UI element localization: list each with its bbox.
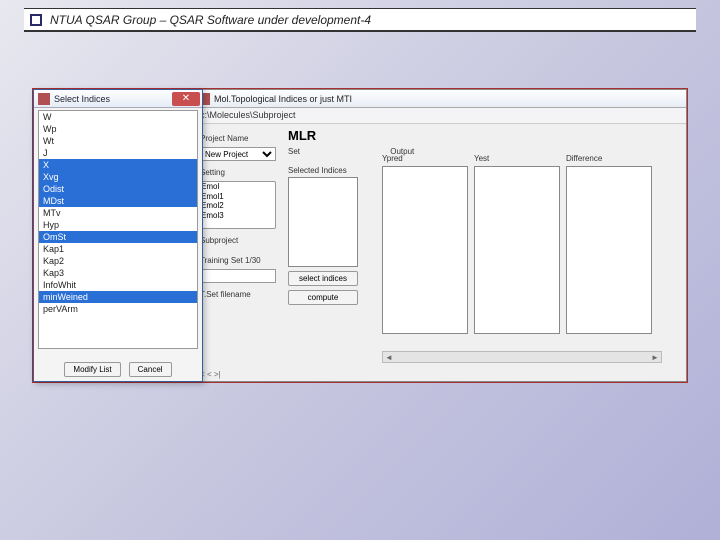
scroll-right-icon[interactable]: ►: [649, 353, 661, 362]
project-select[interactable]: New Project: [200, 147, 276, 161]
mlr-heading: MLR: [288, 128, 414, 143]
modify-list-button[interactable]: Modify List: [64, 362, 120, 377]
title-underline: [24, 30, 696, 32]
index-item[interactable]: perVArm: [39, 303, 197, 315]
index-item[interactable]: Xvg: [39, 171, 197, 183]
index-item[interactable]: J: [39, 147, 197, 159]
index-item[interactable]: Kap2: [39, 255, 197, 267]
col-ypred[interactable]: [382, 166, 468, 334]
main-subtitle: c:\Molecules\Subproject: [194, 108, 686, 124]
index-item[interactable]: OmSt: [39, 231, 197, 243]
cancel-button[interactable]: Cancel: [129, 362, 172, 377]
subproject-label: Subproject: [200, 236, 280, 245]
col-diff[interactable]: [566, 166, 652, 334]
scroll-left-icon[interactable]: ◄: [383, 353, 395, 362]
main-titlebar: Mol.Topological Indices or just MTI: [194, 90, 686, 108]
index-item[interactable]: Odist: [39, 183, 197, 195]
h-scrollbar[interactable]: ◄ ►: [382, 351, 662, 363]
index-item[interactable]: InfoWhit: [39, 279, 197, 291]
index-item[interactable]: Kap1: [39, 243, 197, 255]
setting-label: Setting: [200, 168, 280, 177]
results-columns: Ypred Yest Difference: [382, 154, 652, 344]
slide-title-bar: NTUA QSAR Group – QSAR Software under de…: [24, 8, 696, 30]
training-set-label: Training Set 1/30: [200, 256, 280, 265]
indices-listbox[interactable]: WWpWtJXXvgOdistMDstMTvHypOmStKap1Kap2Kap…: [38, 110, 198, 349]
slide-title: NTUA QSAR Group – QSAR Software under de…: [50, 13, 371, 27]
col-yest[interactable]: [474, 166, 560, 334]
project-name-label: Project Name: [200, 134, 280, 143]
dialog-titlebar: Select Indices ✕: [34, 90, 202, 108]
index-item[interactable]: MTv: [39, 207, 197, 219]
col-yest-label: Yest: [474, 154, 560, 166]
screenshot-frame: Mol.Topological Indices or just MTI c:\M…: [32, 88, 688, 383]
index-item[interactable]: Wt: [39, 135, 197, 147]
index-item[interactable]: MDst: [39, 195, 197, 207]
bullet-icon: [30, 14, 42, 26]
training-set-box[interactable]: [200, 269, 276, 283]
col-diff-label: Difference: [566, 154, 652, 166]
close-icon[interactable]: ✕: [172, 92, 200, 106]
index-item[interactable]: minWeined: [39, 291, 197, 303]
setting-list[interactable]: Emol Emol1 Emol2 Emol3: [200, 181, 276, 229]
project-panel: Project Name New Project Setting Emol Em…: [200, 130, 280, 306]
main-body: Project Name New Project Setting Emol Em…: [194, 124, 686, 381]
col-ypred-label: Ypred: [382, 154, 468, 166]
selected-indices-list[interactable]: [288, 177, 358, 267]
dialog-app-icon: [38, 93, 50, 105]
test-set-label: T.Set filename: [200, 290, 280, 299]
index-item[interactable]: W: [39, 111, 197, 123]
index-item[interactable]: Wp: [39, 123, 197, 135]
index-item[interactable]: X: [39, 159, 197, 171]
set-label: Set: [288, 147, 388, 156]
main-app-window: Mol.Topological Indices or just MTI c:\M…: [193, 89, 687, 382]
index-item[interactable]: Kap3: [39, 267, 197, 279]
dialog-title: Select Indices: [54, 94, 110, 104]
compute-button[interactable]: compute: [288, 290, 358, 305]
select-indices-button[interactable]: select indices: [288, 271, 358, 286]
index-item[interactable]: Hyp: [39, 219, 197, 231]
select-indices-dialog: Select Indices ✕ WWpWtJXXvgOdistMDstMTvH…: [33, 89, 203, 382]
main-window-title: Mol.Topological Indices or just MTI: [214, 94, 352, 104]
